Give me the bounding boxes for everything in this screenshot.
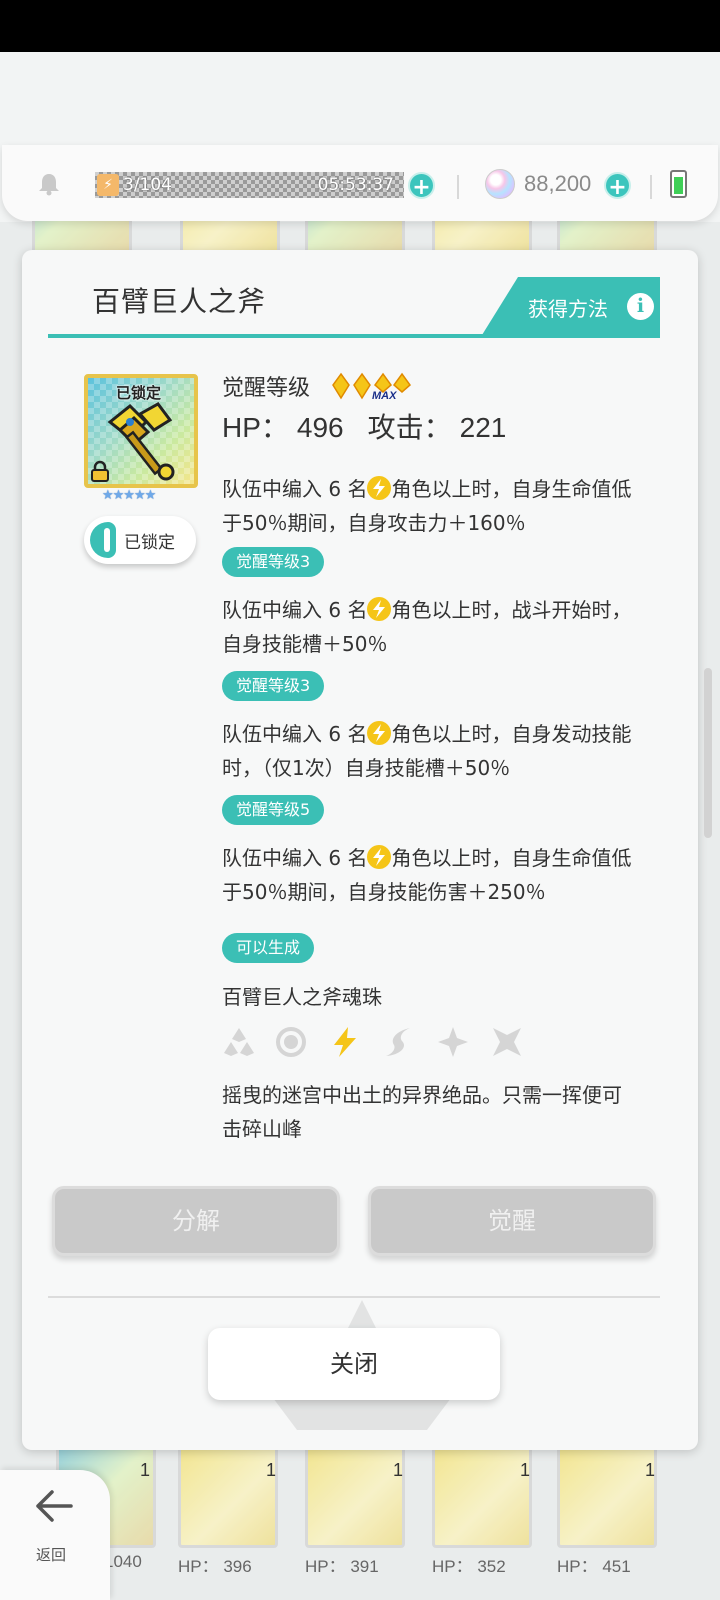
awaken-label: 觉醒等级 bbox=[222, 376, 311, 401]
awaken-tag: 觉醒等级3 bbox=[222, 547, 325, 577]
craft-item-name: 百臂巨人之斧魂珠 bbox=[222, 985, 382, 1009]
lock-toggle-label: 已锁定 bbox=[124, 533, 175, 553]
card-count: 1 bbox=[393, 1460, 404, 1480]
lightning-icon bbox=[367, 597, 392, 621]
stamina-timer: 05:53:37 bbox=[317, 175, 394, 195]
card-hp: HP： 396 bbox=[178, 1557, 252, 1576]
lock-toggle[interactable]: 已锁定 bbox=[84, 516, 196, 564]
gem-count: 88,200 bbox=[524, 171, 592, 196]
info-icon: i bbox=[627, 293, 654, 320]
card-count: 1 bbox=[520, 1460, 531, 1480]
scrollbar[interactable] bbox=[704, 668, 712, 838]
wind-element-icon bbox=[386, 1028, 410, 1056]
top-hud: ⚡ 3/104 05:53:37 + 88,200 + bbox=[2, 145, 718, 221]
back-button[interactable]: 返回 bbox=[0, 1470, 110, 1600]
skill-text: 队伍中编入 6 名 bbox=[222, 477, 368, 501]
inventory-card[interactable] bbox=[432, 1440, 532, 1548]
lightning-element-icon bbox=[334, 1027, 356, 1057]
gem-icon bbox=[485, 169, 515, 199]
item-title: 百臂巨人之斧 bbox=[92, 285, 267, 318]
item-icon: 已锁定 bbox=[84, 374, 198, 488]
lightning-icon bbox=[367, 721, 392, 745]
back-label: 返回 bbox=[36, 1546, 67, 1564]
awaken-tag: 觉醒等级5 bbox=[222, 795, 325, 825]
bell-icon[interactable] bbox=[36, 171, 62, 197]
add-gems-button[interactable]: + bbox=[604, 172, 631, 200]
skill-description: 队伍中编入 6 名角色以上时，自身发动技能时，（仅1次）自身技能槽＋50％ bbox=[222, 717, 642, 785]
awaken-max-text: MAX bbox=[372, 390, 397, 400]
element-icons-row bbox=[222, 1025, 542, 1061]
dark-element-icon bbox=[493, 1028, 521, 1056]
card-hp: HP： 391 bbox=[305, 1557, 379, 1576]
atk-label: 攻击： bbox=[367, 412, 452, 443]
add-stamina-button[interactable]: + bbox=[408, 172, 435, 200]
title-underline bbox=[48, 334, 660, 338]
skill-description: 队伍中编入 6 名角色以上时，自身生命值低于50％期间，自身技能伤害＋250％ bbox=[222, 841, 642, 909]
awaken-level-row: 觉醒等级 MAX bbox=[222, 370, 412, 402]
inventory-card[interactable] bbox=[178, 1440, 278, 1548]
card-count: 1 bbox=[140, 1460, 151, 1480]
hud-divider bbox=[650, 175, 652, 199]
skill-text: 队伍中编入 6 名 bbox=[222, 722, 368, 746]
awaken-tag: 觉醒等级3 bbox=[222, 671, 325, 701]
back-arrow-icon bbox=[36, 1490, 73, 1522]
axe-icon bbox=[107, 402, 175, 481]
card-hp: HP： 451 bbox=[557, 1557, 631, 1576]
system-status-bar bbox=[0, 0, 720, 52]
rarity-stars: ★★★★★ bbox=[102, 488, 156, 503]
light-element-icon bbox=[438, 1027, 468, 1057]
skill-description: 队伍中编入 6 名角色以上时，自身生命值低于50％期间，自身攻击力＋160％ bbox=[222, 472, 642, 540]
item-detail-modal: 百臂巨人之斧 获得方法 i 已锁定 ★★★★★ 已锁定 觉醒等级 MAX HP：… bbox=[22, 250, 698, 1450]
decompose-button[interactable]: 分解 bbox=[52, 1186, 340, 1256]
stamina-bar: ⚡ 3/104 05:53:37 bbox=[95, 172, 404, 198]
earth-element-icon bbox=[224, 1028, 254, 1056]
atk-value: 221 bbox=[459, 412, 507, 443]
battery-icon bbox=[670, 170, 687, 198]
skill-description: 队伍中编入 6 名角色以上时，战斗开始时，自身技能槽＋50％ bbox=[222, 593, 642, 661]
card-count: 1 bbox=[266, 1460, 277, 1480]
awaken-button[interactable]: 觉醒 bbox=[368, 1186, 656, 1256]
skill-text: 队伍中编入 6 名 bbox=[222, 846, 368, 870]
lightning-icon bbox=[367, 845, 392, 869]
stamina-count: 3/104 bbox=[123, 175, 172, 195]
stats-row: HP： 496 攻击： 221 bbox=[222, 406, 514, 446]
inventory-card[interactable] bbox=[305, 1440, 405, 1548]
awaken-gems-icon: MAX bbox=[332, 372, 412, 400]
close-button[interactable]: 关闭 bbox=[208, 1328, 500, 1400]
obtain-method-button[interactable]: 获得方法 i bbox=[482, 277, 660, 335]
hud-divider bbox=[457, 175, 459, 199]
toggle-knob bbox=[90, 522, 116, 558]
skill-text: 队伍中编入 6 名 bbox=[222, 598, 368, 622]
lightning-icon bbox=[367, 476, 392, 500]
card-hp: HP： 352 bbox=[432, 1557, 506, 1576]
stamina-icon: ⚡ bbox=[97, 174, 119, 196]
craftable-tag: 可以生成 bbox=[222, 933, 315, 963]
water-element-icon bbox=[276, 1027, 306, 1057]
hp-label: HP： bbox=[222, 412, 289, 443]
card-count: 1 bbox=[645, 1460, 656, 1480]
obtain-method-label: 获得方法 bbox=[528, 297, 608, 321]
hp-value: 496 bbox=[296, 412, 344, 443]
lock-icon bbox=[91, 460, 109, 482]
inventory-card[interactable] bbox=[557, 1440, 657, 1548]
item-description: 摇曳的迷宫中出土的异界绝品。只需一挥便可击碎山峰 bbox=[222, 1083, 622, 1141]
